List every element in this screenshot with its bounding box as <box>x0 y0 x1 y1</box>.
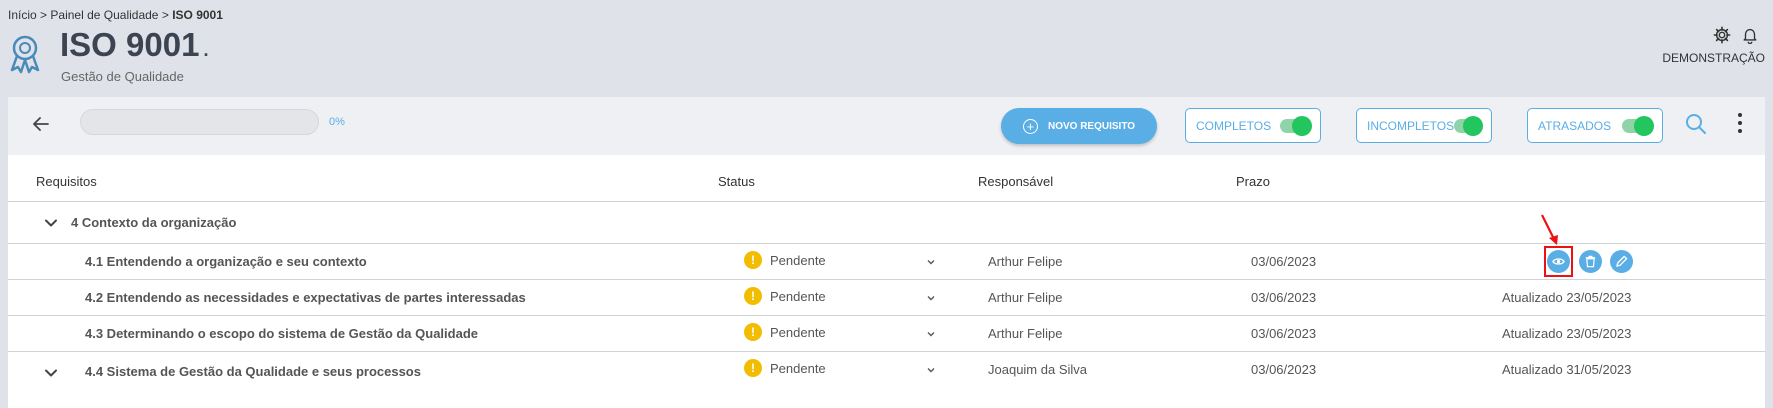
page-subtitle: Gestão de Qualidade <box>61 69 184 84</box>
new-requirement-button[interactable]: + NOVO REQUISITO <box>1001 108 1157 144</box>
status-text: Pendente <box>770 252 826 268</box>
column-header-status: Status <box>718 174 755 189</box>
warning-icon: ! <box>744 323 762 341</box>
requirement-name: 4.2 Entendendo as necessidades e expecta… <box>85 290 526 305</box>
table-row[interactable]: 4.2 Entendendo as necessidades e expecta… <box>8 279 1765 315</box>
filter-late[interactable]: ATRASADOS <box>1527 108 1663 143</box>
status-text: Pendente <box>770 324 826 340</box>
chevron-down-icon[interactable] <box>926 257 936 267</box>
back-arrow-icon[interactable] <box>30 113 52 135</box>
progress-bar <box>80 109 319 135</box>
table-row[interactable]: 4.3 Determinando o escopo do sistema de … <box>8 315 1765 351</box>
breadcrumb: Início > Painel de Qualidade > ISO 9001 <box>8 8 223 22</box>
responsible-name: Arthur Felipe <box>988 290 1063 305</box>
view-button[interactable] <box>1547 250 1570 273</box>
warning-icon: ! <box>744 359 762 377</box>
breadcrumb-current: ISO 9001 <box>172 8 223 22</box>
responsible-name: Arthur Felipe <box>988 326 1063 341</box>
filter-incomplete[interactable]: INCOMPLETOS <box>1356 108 1492 143</box>
incomplete-toggle[interactable] <box>1454 115 1483 136</box>
updated-date: Atualizado 23/05/2023 <box>1502 326 1632 341</box>
requirement-name: 4.4 Sistema de Gestão da Qualidade e seu… <box>85 364 421 379</box>
column-header-due: Prazo <box>1236 174 1270 189</box>
plus-circle-icon: + <box>1022 118 1038 134</box>
requirement-name: 4.1 Entendendo a organização e seu conte… <box>85 254 367 269</box>
chevron-down-icon[interactable] <box>926 365 936 375</box>
group-row: 4 Contexto da organização <box>8 201 1765 243</box>
award-icon <box>10 35 40 74</box>
red-arrow-annotation <box>1541 214 1558 245</box>
due-date: 03/06/2023 <box>1251 254 1317 269</box>
bell-icon[interactable] <box>1741 26 1759 44</box>
breadcrumb-home[interactable]: Início <box>8 8 37 22</box>
gear-icon[interactable] <box>1713 26 1731 44</box>
completed-toggle[interactable] <box>1280 115 1312 136</box>
more-vertical-icon[interactable] <box>1736 111 1744 135</box>
due-date: 03/06/2023 <box>1251 290 1317 305</box>
chevron-down-icon[interactable] <box>926 329 936 339</box>
progress-label: 0% <box>329 116 345 128</box>
eye-icon <box>1552 258 1565 265</box>
chevron-down-icon[interactable] <box>926 293 936 303</box>
user-label[interactable]: DEMONSTRAÇÃO <box>1662 51 1765 65</box>
edit-icon <box>1616 255 1628 267</box>
responsible-name: Joaquim da Silva <box>988 362 1087 377</box>
column-header-requirements: Requisitos <box>36 174 97 189</box>
due-date: 03/06/2023 <box>1251 326 1317 341</box>
table-row[interactable]: 4.4 Sistema de Gestão da Qualidade e seu… <box>8 351 1765 387</box>
warning-icon: ! <box>744 251 762 269</box>
late-toggle[interactable] <box>1622 115 1654 136</box>
status-cell: ! Pendente <box>744 251 826 269</box>
status-cell: ! Pendente <box>744 323 826 341</box>
responsible-name: Arthur Felipe <box>988 254 1063 269</box>
requirement-name: 4.3 Determinando o escopo do sistema de … <box>85 326 478 341</box>
warning-icon: ! <box>744 287 762 305</box>
requirements-panel: 0% + NOVO REQUISITO COMPLETOS INCOMPLETO… <box>8 97 1765 408</box>
updated-date: Atualizado 23/05/2023 <box>1502 290 1632 305</box>
toolbar: 0% + NOVO REQUISITO COMPLETOS INCOMPLETO… <box>8 97 1765 155</box>
trash-icon <box>1585 255 1596 268</box>
chevron-down-icon[interactable] <box>44 216 58 230</box>
status-cell: ! Pendente <box>744 359 826 377</box>
breadcrumb-middle[interactable]: Painel de Qualidade <box>50 8 158 22</box>
due-date: 03/06/2023 <box>1251 362 1317 377</box>
status-text: Pendente <box>770 288 826 304</box>
delete-button[interactable] <box>1579 250 1602 273</box>
chevron-down-icon[interactable] <box>44 366 58 380</box>
status-text: Pendente <box>770 360 826 376</box>
status-cell: ! Pendente <box>744 287 826 305</box>
updated-date: Atualizado 31/05/2023 <box>1502 362 1632 377</box>
page-title: ISO 9001. <box>60 26 209 63</box>
search-icon[interactable] <box>1685 113 1707 135</box>
table-row[interactable]: 4.1 Entendendo a organização e seu conte… <box>8 214 1765 279</box>
filter-completed[interactable]: COMPLETOS <box>1185 108 1321 143</box>
group-title: 4 Contexto da organização <box>71 215 237 230</box>
column-header-responsible: Responsável <box>978 174 1054 189</box>
edit-button[interactable] <box>1610 250 1633 273</box>
